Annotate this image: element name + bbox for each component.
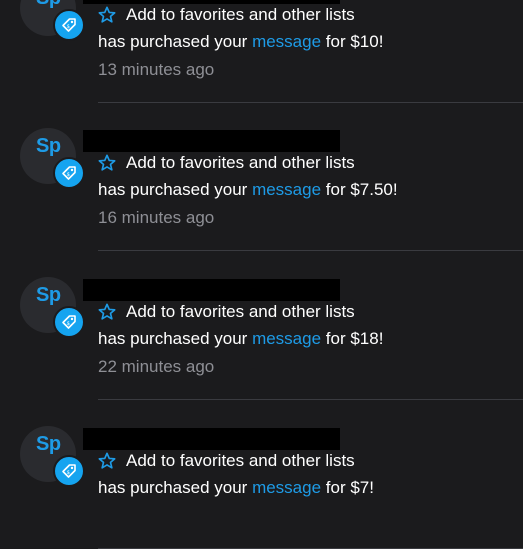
price-tag-icon: $ — [53, 455, 85, 487]
redacted-username — [83, 428, 340, 450]
purchase-amount-text: for $7! — [325, 478, 374, 497]
notification-item[interactable]: Sp $ Add to favorites and other lists ha… — [0, 0, 523, 103]
redacted-username — [83, 130, 340, 152]
avatar[interactable]: Sp $ — [20, 426, 85, 487]
purchase-action-text: has purchased your — [98, 478, 248, 497]
notification-item[interactable]: Sp $ Add to favorites and other lists ha… — [0, 167, 523, 400]
star-outline-icon — [98, 452, 116, 469]
redacted-username — [83, 0, 340, 4]
notification-item[interactable]: Sp $ Add to favorites and other lists ha… — [0, 316, 523, 549]
favorites-label: Add to favorites and other lists — [126, 451, 355, 470]
purchase-text: has purchased your message for $7! — [98, 478, 374, 498]
avatar-initials: Sp — [36, 135, 61, 157]
redacted-username — [83, 279, 340, 301]
avatar-initials: Sp — [36, 0, 61, 10]
add-to-favorites-button[interactable]: Add to favorites and other lists — [97, 451, 355, 471]
avatar-initials: Sp — [36, 433, 61, 455]
svg-text:$: $ — [67, 470, 71, 476]
message-link[interactable]: message — [252, 478, 321, 497]
avatar-initials: Sp — [36, 284, 61, 306]
notification-item[interactable]: Sp $ Add to favorites and other lists ha… — [0, 18, 523, 251]
